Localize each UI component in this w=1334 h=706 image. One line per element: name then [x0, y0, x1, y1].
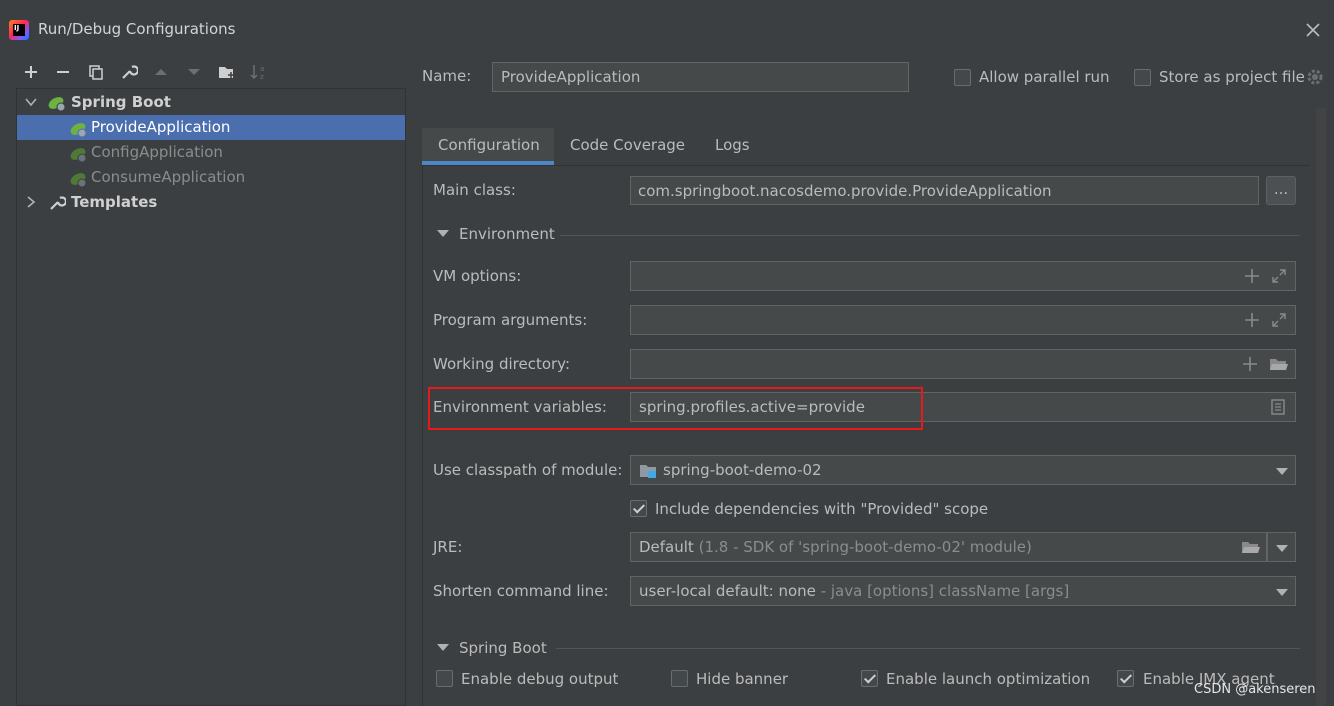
tab-label: Logs — [715, 136, 750, 154]
gear-icon[interactable] — [1306, 68, 1324, 86]
enable-debug-label: Enable debug output — [461, 670, 619, 688]
chevron-down-icon — [1276, 545, 1288, 552]
working-directory-field[interactable] — [630, 349, 1296, 379]
copy-icon[interactable] — [86, 62, 106, 82]
configuration-tree: Spring Boot ProvideApplication ConfigApp… — [16, 88, 406, 706]
tree-group-templates[interactable]: Templates — [17, 190, 405, 215]
add-icon[interactable] — [1243, 357, 1257, 371]
allow-parallel-checkbox[interactable] — [954, 69, 971, 86]
jre-label: JRE: — [433, 538, 463, 556]
move-down-icon[interactable] — [184, 62, 204, 82]
jre-dropdown-button[interactable] — [1267, 532, 1296, 562]
collapse-arrow-icon[interactable] — [437, 643, 449, 653]
launch-optimization-checkbox[interactable] — [861, 670, 878, 687]
main-class-field[interactable]: com.springboot.nacosdemo.provide.Provide… — [630, 176, 1259, 205]
jmx-agent-checkbox[interactable] — [1117, 670, 1134, 687]
chevron-down-icon — [1276, 589, 1288, 596]
chevron-down-icon — [1276, 468, 1288, 475]
close-icon[interactable] — [1303, 20, 1323, 40]
spring-boot-icon — [70, 123, 87, 138]
launch-optimization-label: Enable launch optimization — [886, 670, 1091, 688]
wrench-icon[interactable] — [119, 62, 139, 82]
add-icon[interactable] — [1245, 313, 1259, 327]
jre-hint: (1.8 - SDK of 'spring-boot-demo-02' modu… — [698, 538, 1032, 556]
classpath-module-label: Use classpath of module: — [433, 461, 623, 479]
edit-list-icon[interactable] — [1271, 399, 1285, 415]
window-title: Run/Debug Configurations — [38, 20, 236, 38]
configuration-panel — [422, 165, 1310, 706]
jre-value: Default — [639, 538, 694, 556]
intellij-logo-icon: IJ — [9, 20, 29, 40]
tree-group-label: Spring Boot — [71, 93, 171, 111]
sort-icon[interactable]: az — [249, 62, 269, 82]
spring-boot-icon — [48, 97, 66, 112]
name-field[interactable]: ProvideApplication — [492, 62, 909, 92]
main-class-value: com.springboot.nacosdemo.provide.Provide… — [638, 182, 1052, 200]
folder-icon[interactable] — [1241, 539, 1261, 555]
spring-boot-icon — [70, 148, 87, 163]
remove-icon[interactable] — [53, 62, 73, 82]
shorten-command-line-dropdown[interactable]: user-local default: none - java [options… — [630, 576, 1296, 606]
tree-group-label: Templates — [71, 193, 158, 211]
wrench-icon — [50, 196, 66, 210]
environment-section-title: Environment — [459, 225, 555, 243]
tree-item-consumeapplication[interactable]: ConsumeApplication — [17, 165, 405, 190]
tab-configuration[interactable]: Configuration — [422, 128, 554, 165]
module-folder-icon — [640, 465, 656, 478]
expand-icon[interactable] — [1271, 312, 1287, 328]
tree-item-provideapplication[interactable]: ProvideApplication — [17, 115, 405, 140]
allow-parallel-label: Allow parallel run — [979, 68, 1110, 86]
store-project-checkbox[interactable] — [1134, 69, 1151, 86]
tree-item-configapplication[interactable]: ConfigApplication — [17, 140, 405, 165]
watermark: CSDN @akenseren — [1194, 682, 1316, 697]
scrollbar[interactable] — [1316, 108, 1326, 706]
tree-item-label: ConfigApplication — [91, 143, 223, 161]
svg-text:a: a — [260, 65, 264, 73]
vm-options-field[interactable] — [630, 261, 1296, 291]
folder-icon[interactable] — [1269, 356, 1289, 372]
collapse-arrow-icon[interactable] — [437, 229, 449, 239]
browse-button[interactable]: ... — [1266, 176, 1296, 205]
program-arguments-field[interactable] — [630, 305, 1296, 335]
tab-label: Configuration — [438, 136, 540, 154]
browse-button-label: ... — [1273, 180, 1289, 198]
tab-label: Code Coverage — [570, 136, 686, 154]
shorten-command-line-label: Shorten command line: — [433, 582, 609, 600]
spring-boot-section-title: Spring Boot — [459, 639, 547, 657]
new-folder-icon[interactable] — [217, 62, 237, 82]
tree-group-spring-boot[interactable]: Spring Boot — [17, 90, 405, 115]
working-directory-label: Working directory: — [433, 355, 571, 373]
add-icon[interactable] — [21, 62, 41, 82]
store-project-label: Store as project file — [1159, 68, 1305, 86]
include-dependencies-label: Include dependencies with "Provided" sco… — [655, 500, 989, 518]
program-arguments-label: Program arguments: — [433, 311, 588, 329]
enable-debug-checkbox[interactable] — [436, 670, 453, 687]
main-class-label: Main class: — [433, 181, 516, 199]
add-icon[interactable] — [1245, 269, 1259, 283]
section-divider — [560, 235, 1300, 236]
classpath-module-value: spring-boot-demo-02 — [663, 461, 822, 479]
include-dependencies-checkbox[interactable] — [630, 500, 647, 517]
classpath-module-dropdown[interactable]: spring-boot-demo-02 — [630, 455, 1296, 485]
shorten-hint: - java [options] className [args] — [820, 582, 1070, 600]
tree-item-label: ConsumeApplication — [91, 168, 246, 186]
section-divider — [556, 648, 1300, 649]
hide-banner-label: Hide banner — [696, 670, 789, 688]
highlight-box — [428, 387, 923, 430]
svg-text:z: z — [260, 73, 264, 81]
move-up-icon[interactable] — [151, 62, 171, 82]
tree-item-label: ProvideApplication — [91, 118, 231, 136]
name-field-value: ProvideApplication — [501, 68, 641, 86]
spring-boot-icon — [70, 173, 87, 188]
jre-field[interactable]: Default (1.8 - SDK of 'spring-boot-demo-… — [630, 532, 1267, 562]
expand-icon[interactable] — [1271, 268, 1287, 284]
name-label: Name: — [422, 67, 472, 85]
vm-options-label: VM options: — [433, 267, 522, 285]
shorten-value: user-local default: none — [639, 582, 816, 600]
hide-banner-checkbox[interactable] — [671, 670, 688, 687]
